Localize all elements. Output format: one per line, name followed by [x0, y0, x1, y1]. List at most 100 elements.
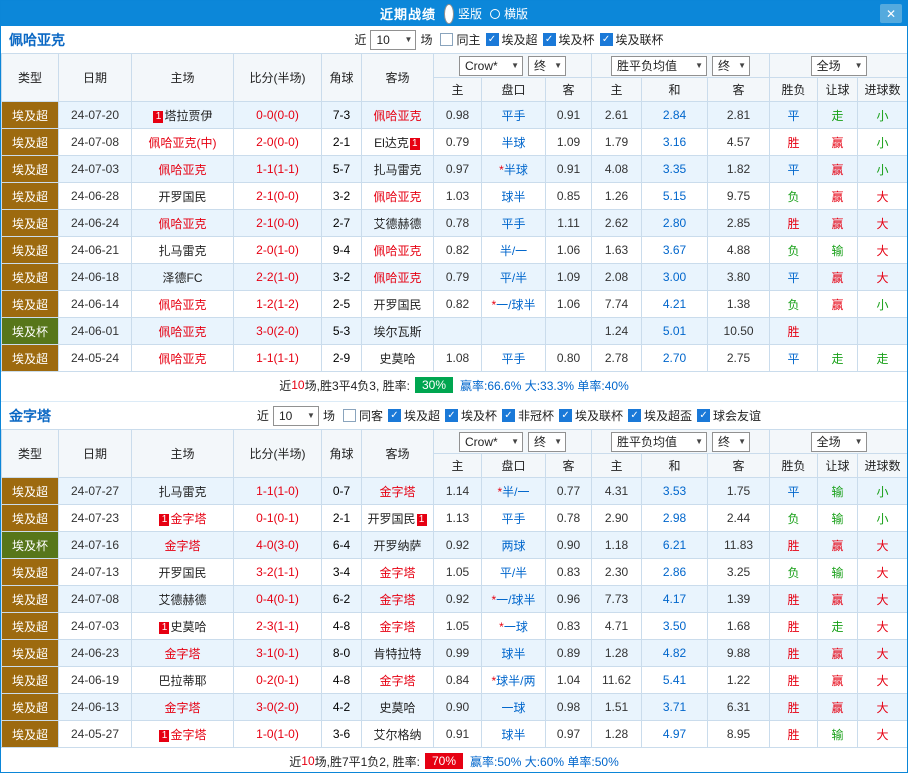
- match-count-select[interactable]: 10 ▼: [370, 29, 417, 50]
- corner-cell: 0-7: [321, 477, 362, 505]
- away-team-name: El达克: [374, 135, 409, 150]
- filter-checkbox-label: 球会友谊: [713, 409, 762, 423]
- filter-checkbox-label: 非冠杯: [518, 409, 555, 423]
- odds-home-cell: 1.08: [433, 344, 482, 372]
- wdl-group-header: 胜平负均值 ▼ 终 ▼: [591, 53, 771, 78]
- score-cell: 1-2(1-2): [233, 290, 322, 318]
- handicap-result-cell: 赢: [817, 693, 859, 721]
- radio-landscape[interactable]: 横版: [490, 5, 528, 22]
- match-count-select[interactable]: 10 ▼: [272, 405, 319, 426]
- filter-checkbox-5[interactable]: ✓ 埃及联杯: [559, 407, 623, 424]
- section-header: 佩哈亚克 近 10 ▼ 场 同主 ✓ 埃及超 ✓ 埃及杯 ✓ 埃及联杯: [1, 26, 907, 53]
- checkbox-unchecked-icon: [440, 33, 454, 46]
- checkbox-checked-icon: ✓: [387, 409, 401, 422]
- stats-mid: 场,胜3平4负3, 胜率:: [304, 378, 410, 393]
- score-cell: 4-0(3-0): [233, 531, 322, 559]
- close-button[interactable]: ✕: [880, 4, 902, 23]
- league-cell: 埃及超: [1, 720, 59, 748]
- wdl-avg-select[interactable]: 胜平负均值 ▼: [611, 55, 708, 76]
- filter-checkbox-1[interactable]: 同主: [440, 31, 481, 48]
- home-team-name: 佩哈亚克: [158, 162, 207, 177]
- avg-home-cell: 1.24: [591, 317, 643, 345]
- handicap-cell: 平手: [481, 101, 546, 129]
- handicap-cell: 半球: [481, 128, 546, 156]
- team-name: 金字塔: [9, 407, 51, 424]
- col-odds-home: 主: [433, 77, 482, 102]
- win-rate-badge: 70%: [424, 753, 464, 769]
- filter-checkbox-1[interactable]: 同客: [342, 407, 383, 424]
- goals-cell: 小: [857, 128, 907, 156]
- result-cell: 平: [769, 344, 819, 372]
- col-away: 客场: [361, 429, 434, 478]
- avg-home-cell: 2.90: [591, 504, 643, 532]
- goals-cell: 小: [857, 101, 907, 129]
- avg-draw-cell: 3.53: [641, 477, 709, 505]
- filter-checkbox-2[interactable]: ✓ 埃及超: [387, 407, 440, 424]
- checkbox-checked-icon: ✓: [559, 409, 573, 422]
- score-cell: 1-1(1-0): [233, 477, 322, 505]
- goals-cell: 大: [857, 639, 907, 667]
- handicap-result-cell: 赢: [817, 290, 859, 318]
- match-row: 埃及超 24-06-21 扎马雷克 2-0(1-0) 9-4 佩哈亚克 0.82 半/一 1.0…: [1, 236, 907, 264]
- rank-badge: 1: [409, 137, 420, 150]
- radio-portrait[interactable]: 竖版: [443, 3, 482, 24]
- scope-value: 全场: [816, 435, 841, 449]
- rank-badge: 1: [159, 621, 170, 634]
- odds-away-cell: 0.97: [544, 720, 593, 748]
- home-team-cell: 开罗国民: [131, 558, 234, 586]
- match-row: 埃及超 24-07-08 艾德赫德 0-4(0-1) 6-2 金字塔 0.92 *一/球半 0.…: [1, 585, 907, 613]
- wdl-avg-select[interactable]: 胜平负均值 ▼: [611, 431, 708, 452]
- filter-checkbox-3[interactable]: ✓ 埃及杯: [444, 407, 497, 424]
- scope-group-header: 全场 ▼: [769, 53, 907, 78]
- match-row: 埃及超 24-06-23 金字塔 3-1(0-1) 8-0 肯特拉特 0.99 球半 0.89 1…: [1, 639, 907, 667]
- filter-checkbox-2[interactable]: ✓ 埃及超: [485, 31, 538, 48]
- scope-select[interactable]: 全场 ▼: [810, 55, 867, 76]
- result-cell: 胜: [769, 612, 819, 640]
- away-team-cell: 佩哈亚克: [361, 182, 434, 210]
- odds-away-cell: 1.06: [544, 290, 593, 318]
- filters-bar: 近 10 ▼ 场 同主 ✓ 埃及超 ✓ 埃及杯 ✓ 埃及联杯: [124, 29, 899, 50]
- away-team-cell: 金字塔: [361, 612, 434, 640]
- odds-company-select[interactable]: Crow* ▼: [459, 55, 524, 76]
- filter-checkbox-label: 埃及杯: [460, 409, 497, 423]
- filter-checkbox-4[interactable]: ✓ 非冠杯: [502, 407, 554, 424]
- scope-select[interactable]: 全场 ▼: [810, 431, 867, 452]
- avg-away-cell: 1.39: [707, 585, 771, 613]
- goals-cell: 大: [857, 182, 907, 210]
- odds-company-select[interactable]: Crow* ▼: [459, 431, 524, 452]
- team-section-1: 佩哈亚克 近 10 ▼ 场 同主 ✓ 埃及超 ✓ 埃及杯 ✓ 埃及联杯 类型 日期 主场 比分…: [1, 26, 907, 398]
- wdl-avg-value: 胜平负均值: [617, 59, 678, 73]
- filter-checkbox-label: 同客: [358, 409, 383, 423]
- filter-checkbox-6[interactable]: ✓ 埃及超盃: [628, 407, 692, 424]
- home-team-cell: 1 金字塔: [131, 504, 234, 532]
- filter-checkboxes: 同客 ✓ 埃及超 ✓ 埃及杯 ✓ 非冠杯 ✓ 埃及联杯 ✓ 埃及超盃 ✓ 球会友谊: [342, 407, 766, 424]
- filter-checkbox-3[interactable]: ✓ 埃及杯: [542, 31, 595, 48]
- corner-cell: 3-2: [321, 182, 362, 210]
- near-label: 近: [256, 409, 269, 423]
- col-goals: 进球数: [857, 453, 907, 478]
- col-odds-home: 主: [433, 453, 482, 478]
- wdl-final-select[interactable]: 终 ▼: [712, 431, 751, 452]
- away-team-cell: 开罗国民 1: [361, 504, 434, 532]
- score-cell: 3-2(1-1): [233, 558, 322, 586]
- odds-home-cell: 0.84: [433, 666, 482, 694]
- odds-final-select[interactable]: 终 ▼: [528, 431, 567, 452]
- match-row: 埃及超 24-06-28 开罗国民 2-1(0-0) 3-2 佩哈亚克 1.03 球半 0.85…: [1, 182, 907, 210]
- avg-draw-cell: 3.67: [641, 236, 709, 264]
- wdl-final-value: 终: [718, 59, 731, 73]
- filter-checkbox-4[interactable]: ✓ 埃及联杯: [599, 31, 664, 48]
- home-team-cell: 扎马雷克: [131, 236, 234, 264]
- filters-bar: 近 10 ▼ 场 同客 ✓ 埃及超 ✓ 埃及杯 ✓ 非冠杯 ✓ 埃及联杯 ✓ 埃及超盃 ✓ 球会友谊: [124, 405, 899, 426]
- odds-company-value: Crow*: [465, 434, 498, 449]
- filter-checkbox-7[interactable]: ✓ 球会友谊: [697, 407, 761, 424]
- stats-prefix: 近: [289, 754, 302, 769]
- wdl-final-select[interactable]: 终 ▼: [712, 55, 751, 76]
- league-cell: 埃及超: [1, 182, 59, 210]
- col-result: 胜负: [769, 77, 819, 102]
- handicap-cell: 一球: [481, 693, 546, 721]
- odds-final-select[interactable]: 终 ▼: [528, 55, 567, 76]
- odds-away-cell: 0.89: [544, 639, 593, 667]
- handicap-cell: *一球: [481, 612, 546, 640]
- league-cell: 埃及超: [1, 666, 59, 694]
- date-cell: 24-07-08: [58, 128, 132, 156]
